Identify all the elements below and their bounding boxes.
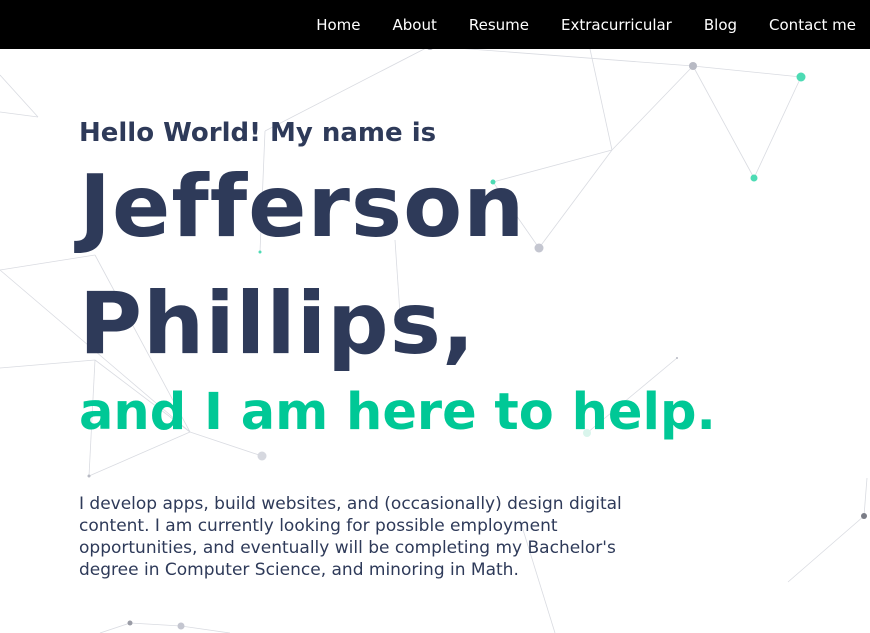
nav-link-home[interactable]: Home: [316, 16, 360, 34]
nav-link-resume[interactable]: Resume: [469, 16, 529, 34]
nav-links: Home About Resume Extracurricular Blog C…: [284, 0, 856, 49]
hero-section: Hello World! My name is Jefferson Philli…: [79, 118, 716, 442]
hero-greeting: Hello World! My name is: [79, 118, 437, 148]
hero-name-first: Jefferson: [79, 157, 526, 257]
top-navbar: Home About Resume Extracurricular Blog C…: [0, 0, 870, 49]
bio-paragraph: I develop apps, build websites, and (occ…: [79, 494, 622, 580]
hero-tagline: and I am here to help.: [79, 383, 716, 442]
nav-link-extracurricular[interactable]: Extracurricular: [561, 16, 672, 34]
nav-link-about[interactable]: About: [392, 16, 436, 34]
nav-link-blog[interactable]: Blog: [704, 16, 737, 34]
page: Home About Resume Extracurricular Blog C…: [0, 0, 870, 633]
hero-name-last: Phillips,: [79, 274, 476, 374]
nav-link-contact[interactable]: Contact me: [769, 16, 856, 34]
